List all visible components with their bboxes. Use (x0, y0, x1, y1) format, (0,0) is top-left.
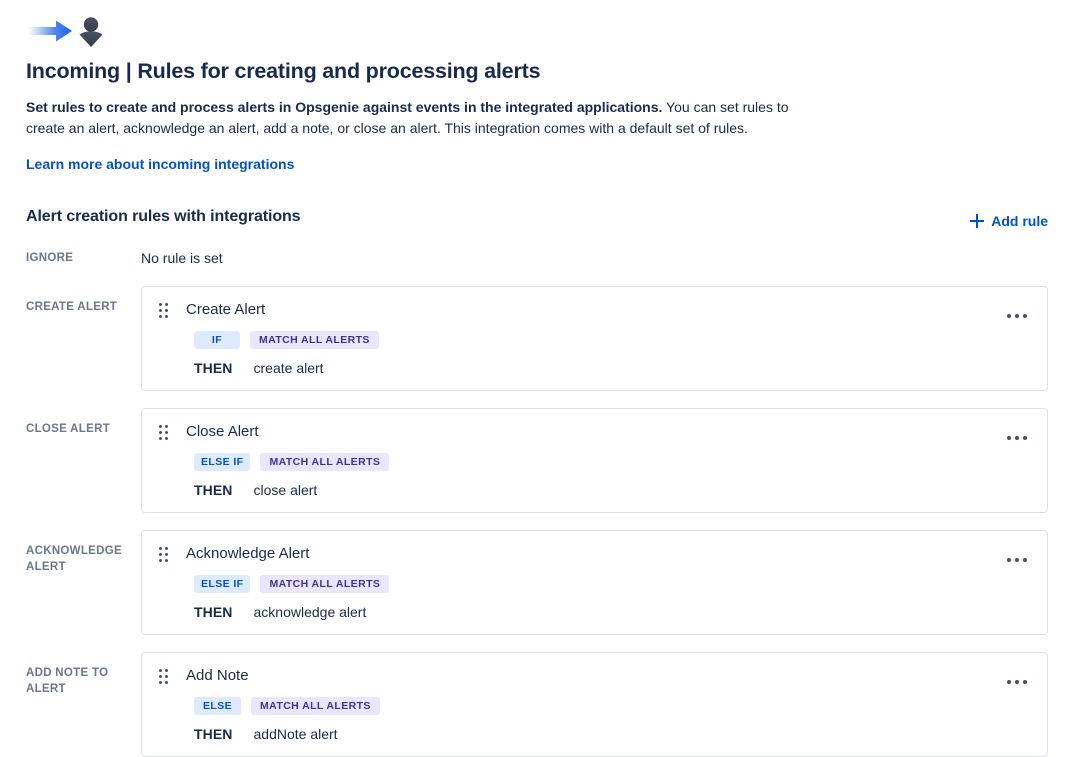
drag-handle-icon[interactable] (159, 302, 168, 318)
rule-card-title: Acknowledge Alert (186, 545, 310, 562)
rule-card[interactable]: Acknowledge Alert ELSE IF MATCH ALL ALER… (141, 530, 1048, 635)
match-badge: MATCH ALL ALERTS (251, 697, 380, 715)
condition-badge: IF (194, 331, 240, 349)
section-title: Alert creation rules with integrations (26, 208, 301, 225)
drag-handle-icon[interactable] (159, 424, 168, 440)
match-badge: MATCH ALL ALERTS (260, 575, 390, 593)
rule-card-header: Acknowledge Alert (158, 544, 1031, 564)
rule-card-header: Close Alert (158, 422, 1031, 442)
then-row: THEN create alert (158, 360, 1031, 376)
then-row: THEN close alert (158, 482, 1031, 498)
rule-card-title: Close Alert (186, 423, 259, 440)
then-row: THEN acknowledge alert (158, 604, 1031, 620)
more-actions-icon[interactable] (1000, 667, 1034, 697)
learn-more-link[interactable]: Learn more about incoming integrations (26, 154, 294, 174)
rule-label-ignore: IGNORE (26, 252, 74, 264)
rule-card[interactable]: Add Note ELSE MATCH ALL ALERTS THEN addN… (141, 652, 1048, 757)
then-keyword: THEN (194, 604, 233, 620)
condition-badge: ELSE (194, 697, 242, 715)
rule-row-2: ACKNOWLEDGE ALERT Acknowledge Alert ELSE… (26, 530, 1048, 635)
rule-label: ADD NOTE TO ALERT (26, 667, 109, 695)
rule-row-0: CREATE ALERT Create Alert IF MATCH ALL A… (26, 286, 1048, 391)
rule-label: CLOSE ALERT (26, 423, 111, 435)
rule-card-title: Create Alert (186, 301, 266, 318)
incoming-integration-icon (28, 17, 103, 47)
match-badge: MATCH ALL ALERTS (250, 331, 379, 349)
match-badge: MATCH ALL ALERTS (260, 453, 390, 471)
rule-label: ACKNOWLEDGE ALERT (26, 545, 122, 573)
then-value: create alert (253, 360, 324, 376)
rule-cards-container: CREATE ALERT Create Alert IF MATCH ALL A… (26, 286, 1048, 757)
rule-label: CREATE ALERT (26, 301, 118, 313)
plus-icon (970, 214, 985, 228)
add-rule-label: Add rule (991, 213, 1048, 229)
drag-handle-icon[interactable] (159, 668, 168, 684)
more-actions-icon[interactable] (1000, 545, 1034, 575)
intro-bold-text: Set rules to create and process alerts i… (26, 99, 663, 115)
rule-card-header: Create Alert (158, 300, 1031, 320)
rules-list: IGNORE No rule is set CREATE ALERT Creat… (26, 247, 1048, 757)
more-actions-icon[interactable] (1000, 423, 1034, 453)
more-actions-icon[interactable] (1000, 301, 1034, 331)
rule-badges: ELSE IF MATCH ALL ALERTS (158, 575, 1031, 593)
rule-card[interactable]: Create Alert IF MATCH ALL ALERTS THEN cr… (141, 286, 1048, 391)
section-header: Alert creation rules with integrations A… (26, 206, 1050, 231)
then-value: close alert (253, 482, 318, 498)
rule-badges: IF MATCH ALL ALERTS (158, 331, 1031, 349)
no-rule-text: No rule is set (141, 250, 223, 266)
intro-paragraph: Set rules to create and process alerts i… (26, 97, 801, 138)
rule-badges: ELSE IF MATCH ALL ALERTS (158, 453, 1031, 471)
rule-card-title: Add Note (186, 667, 249, 684)
then-keyword: THEN (194, 360, 233, 376)
then-keyword: THEN (194, 726, 233, 742)
rule-card-header: Add Note (158, 666, 1031, 686)
condition-badge: ELSE IF (194, 575, 251, 593)
rule-badges: ELSE MATCH ALL ALERTS (158, 697, 1031, 715)
then-value: addNote alert (253, 726, 338, 742)
then-row: THEN addNote alert (158, 726, 1031, 742)
rule-card[interactable]: Close Alert ELSE IF MATCH ALL ALERTS THE… (141, 408, 1048, 513)
page-root: Incoming | Rules for creating and proces… (0, 14, 1074, 757)
rule-row-1: CLOSE ALERT Close Alert ELSE IF MATCH AL… (26, 408, 1048, 513)
rule-row-ignore: IGNORE No rule is set (26, 247, 1048, 268)
rule-row-3: ADD NOTE TO ALERT Add Note ELSE MATCH AL… (26, 652, 1048, 757)
add-rule-button[interactable]: Add rule (968, 211, 1050, 231)
page-title: Incoming | Rules for creating and proces… (26, 59, 541, 83)
then-value: acknowledge alert (253, 604, 367, 620)
then-keyword: THEN (194, 482, 233, 498)
condition-badge: ELSE IF (194, 453, 251, 471)
drag-handle-icon[interactable] (159, 546, 168, 562)
